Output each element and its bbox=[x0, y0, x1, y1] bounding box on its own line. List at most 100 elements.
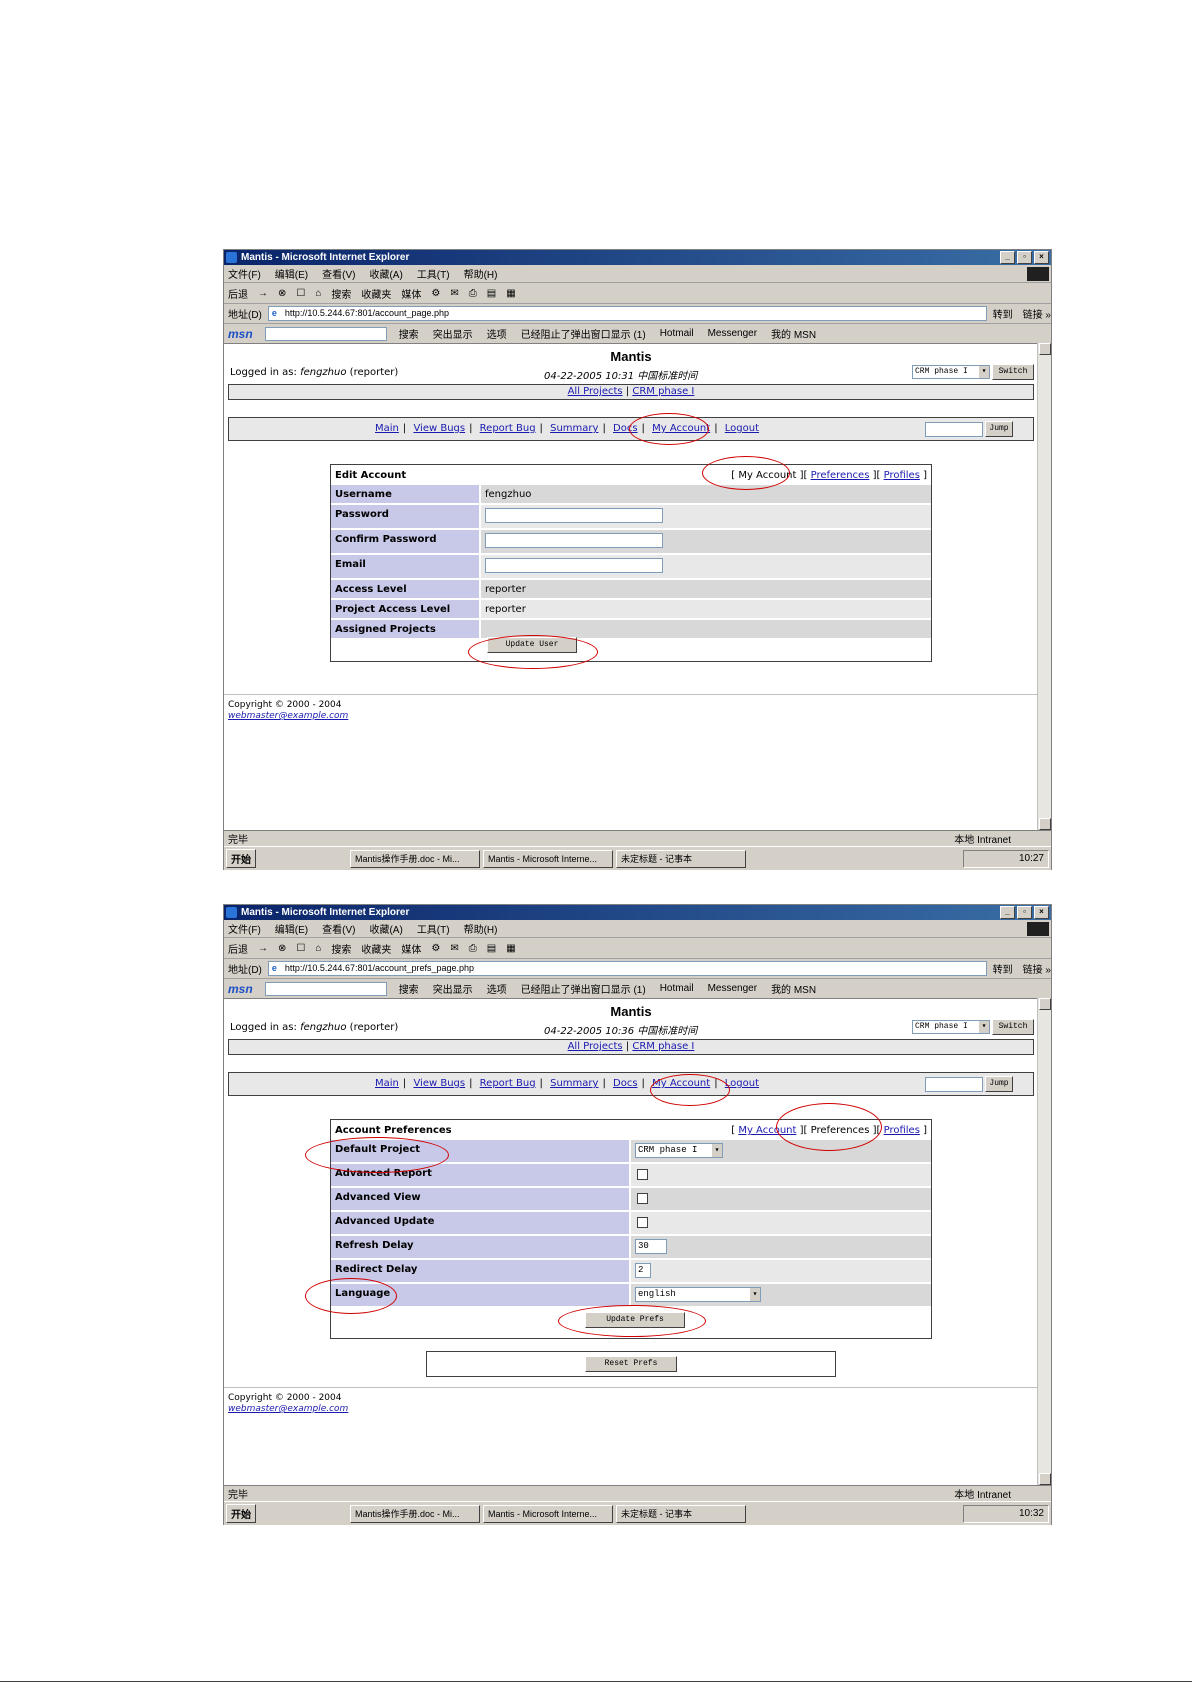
hotmail-button[interactable]: Hotmail bbox=[660, 328, 694, 339]
msn-options-button[interactable]: 选项 bbox=[487, 981, 507, 996]
menu-tools[interactable]: 工具(T) bbox=[417, 266, 450, 281]
refresh-button[interactable]: ☐ bbox=[296, 288, 305, 299]
jump-input[interactable] bbox=[925, 422, 983, 437]
menu-favorites[interactable]: 收藏(A) bbox=[369, 921, 402, 936]
redirect-delay-input[interactable]: 2 bbox=[635, 1263, 651, 1278]
all-projects-link[interactable]: All Projects bbox=[568, 1041, 623, 1052]
history-icon[interactable]: ⚙ bbox=[431, 943, 440, 954]
msn-search-button[interactable]: 搜索 bbox=[399, 326, 419, 341]
hotmail-button[interactable]: Hotmail bbox=[660, 983, 694, 994]
maximize-button[interactable]: ▫ bbox=[1017, 906, 1032, 919]
links-button[interactable]: 链接 » bbox=[1023, 961, 1051, 976]
nav-docs[interactable]: Docs bbox=[613, 423, 638, 434]
address-input[interactable]: http://10.5.244.67:801/account_page.php bbox=[267, 306, 987, 321]
start-button[interactable]: 开始 bbox=[226, 1504, 256, 1523]
switch-button[interactable]: Switch bbox=[992, 1019, 1034, 1035]
history-icon[interactable]: ⚙ bbox=[431, 288, 440, 299]
mail-icon[interactable]: ✉ bbox=[450, 943, 458, 954]
tab-profiles[interactable]: Profiles bbox=[884, 470, 920, 481]
favorites-button[interactable]: 收藏夹 bbox=[361, 941, 391, 956]
search-button[interactable]: 搜索 bbox=[331, 286, 351, 301]
password-input[interactable] bbox=[485, 508, 663, 523]
menu-favorites[interactable]: 收藏(A) bbox=[369, 266, 402, 281]
tab-my-account[interactable]: My Account bbox=[738, 1125, 796, 1136]
crm-phase-link[interactable]: CRM phase I bbox=[632, 1041, 694, 1052]
jump-button[interactable]: Jump bbox=[985, 421, 1013, 437]
menu-edit[interactable]: 编辑(E) bbox=[275, 921, 308, 936]
msn-options-button[interactable]: 选项 bbox=[487, 326, 507, 341]
menu-help[interactable]: 帮助(H) bbox=[464, 266, 498, 281]
menu-edit[interactable]: 编辑(E) bbox=[275, 266, 308, 281]
print-icon[interactable]: ⎙ bbox=[469, 943, 477, 954]
my-msn-button[interactable]: 我的 MSN bbox=[771, 981, 816, 996]
menu-help[interactable]: 帮助(H) bbox=[464, 921, 498, 936]
vertical-scrollbar[interactable] bbox=[1037, 343, 1051, 830]
messenger-button[interactable]: Messenger bbox=[708, 328, 757, 339]
back-button[interactable]: 后退 bbox=[228, 286, 248, 301]
nav-logout[interactable]: Logout bbox=[725, 1078, 759, 1089]
discuss-icon[interactable]: ▦ bbox=[506, 943, 515, 954]
edit-icon[interactable]: ▤ bbox=[487, 943, 496, 954]
search-button[interactable]: 搜索 bbox=[331, 941, 351, 956]
go-button[interactable]: 转到 bbox=[993, 306, 1013, 321]
nav-view-bugs[interactable]: View Bugs bbox=[413, 1078, 465, 1089]
nav-my-account[interactable]: My Account bbox=[652, 1078, 710, 1089]
minimize-button[interactable]: _ bbox=[1000, 251, 1015, 264]
nav-my-account[interactable]: My Account bbox=[652, 423, 710, 434]
all-projects-link[interactable]: All Projects bbox=[568, 386, 623, 397]
start-button[interactable]: 开始 bbox=[226, 849, 256, 868]
msn-highlight-button[interactable]: 突出显示 bbox=[433, 326, 473, 341]
menu-view[interactable]: 查看(V) bbox=[322, 921, 355, 936]
close-button[interactable]: × bbox=[1034, 906, 1049, 919]
media-button[interactable]: 媒体 bbox=[401, 286, 421, 301]
refresh-delay-input[interactable]: 30 bbox=[635, 1239, 667, 1254]
refresh-button[interactable]: ☐ bbox=[296, 943, 305, 954]
update-user-button[interactable]: Update User bbox=[487, 637, 577, 653]
task-ie[interactable]: Mantis - Microsoft Interne... bbox=[483, 849, 613, 868]
nav-summary[interactable]: Summary bbox=[550, 423, 598, 434]
msn-search-input[interactable] bbox=[264, 981, 387, 996]
menu-tools[interactable]: 工具(T) bbox=[417, 921, 450, 936]
email-input[interactable] bbox=[485, 558, 663, 573]
update-prefs-button[interactable]: Update Prefs bbox=[585, 1312, 685, 1328]
home-button[interactable]: ⌂ bbox=[315, 943, 321, 954]
switch-button[interactable]: Switch bbox=[992, 364, 1034, 380]
discuss-icon[interactable]: ▦ bbox=[506, 288, 515, 299]
vertical-scrollbar[interactable] bbox=[1037, 998, 1051, 1485]
media-button[interactable]: 媒体 bbox=[401, 941, 421, 956]
project-select[interactable]: CRM phase I bbox=[912, 1020, 990, 1034]
tab-preferences[interactable]: Preferences bbox=[811, 470, 870, 481]
my-msn-button[interactable]: 我的 MSN bbox=[771, 326, 816, 341]
default-project-select[interactable]: CRM phase I bbox=[635, 1143, 723, 1158]
jump-button[interactable]: Jump bbox=[985, 1076, 1013, 1092]
menu-file[interactable]: 文件(F) bbox=[228, 266, 261, 281]
task-ie[interactable]: Mantis - Microsoft Interne... bbox=[483, 1504, 613, 1523]
msn-highlight-button[interactable]: 突出显示 bbox=[433, 981, 473, 996]
nav-main[interactable]: Main bbox=[375, 423, 399, 434]
favorites-button[interactable]: 收藏夹 bbox=[361, 286, 391, 301]
forward-button[interactable]: → bbox=[258, 943, 268, 954]
links-button[interactable]: 链接 » bbox=[1023, 306, 1051, 321]
nav-main[interactable]: Main bbox=[375, 1078, 399, 1089]
confirm-password-input[interactable] bbox=[485, 533, 663, 548]
messenger-button[interactable]: Messenger bbox=[708, 983, 757, 994]
print-icon[interactable]: ⎙ bbox=[469, 288, 477, 299]
msn-search-button[interactable]: 搜索 bbox=[399, 981, 419, 996]
msn-search-input[interactable] bbox=[264, 326, 387, 341]
nav-report-bug[interactable]: Report Bug bbox=[480, 1078, 536, 1089]
tab-profiles[interactable]: Profiles bbox=[884, 1125, 920, 1136]
maximize-button[interactable]: ▫ bbox=[1017, 251, 1032, 264]
webmaster-email-link[interactable]: webmaster@example.com bbox=[228, 1404, 348, 1414]
nav-report-bug[interactable]: Report Bug bbox=[480, 423, 536, 434]
nav-view-bugs[interactable]: View Bugs bbox=[413, 423, 465, 434]
back-button[interactable]: 后退 bbox=[228, 941, 248, 956]
language-select[interactable]: english bbox=[635, 1287, 761, 1302]
nav-logout[interactable]: Logout bbox=[725, 423, 759, 434]
address-input[interactable]: http://10.5.244.67:801/account_prefs_pag… bbox=[267, 961, 987, 976]
task-word[interactable]: Mantis操作手册.doc - Mi... bbox=[350, 849, 480, 868]
task-word[interactable]: Mantis操作手册.doc - Mi... bbox=[350, 1504, 480, 1523]
popup-blocked-button[interactable]: 已经阻止了弹出窗口显示 (1) bbox=[521, 326, 646, 341]
webmaster-email-link[interactable]: webmaster@example.com bbox=[228, 711, 348, 721]
advanced-view-checkbox[interactable] bbox=[637, 1193, 648, 1204]
reset-prefs-button[interactable]: Reset Prefs bbox=[585, 1356, 677, 1372]
